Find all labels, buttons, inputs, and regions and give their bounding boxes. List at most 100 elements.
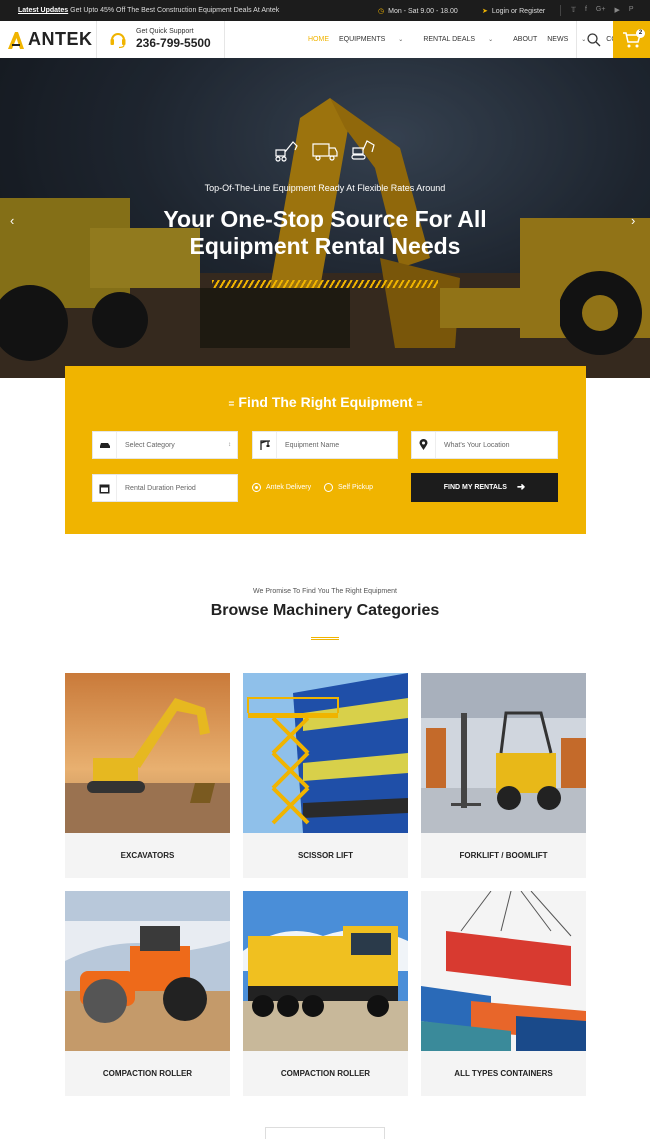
forklift-image [421,673,586,833]
category-card-containers[interactable]: ALL TYPES CONTAINERS [421,891,586,1096]
latest-updates-text: Get Upto 45% Off The Best Construction E… [70,7,280,14]
next-slide-icon[interactable]: › [631,213,635,228]
calendar-icon [93,475,117,501]
compaction-roller-image [65,891,230,1051]
support-phone[interactable]: 236-799-5500 [136,36,211,50]
login-link[interactable]: ➤ Login or Register [482,7,545,15]
nav-rental-deals-label: RENTAL DEALS [423,36,476,43]
option-self-pickup[interactable]: Self Pickup [324,483,373,492]
chevron-down-icon: ⌄ [398,37,404,43]
login-text[interactable]: Login or Register [492,8,545,15]
nav-about[interactable]: ABOUT [513,36,537,43]
bottom-tab-decoration [265,1127,385,1139]
hero-title-line1: Your One-Stop Source For All [163,206,487,232]
google-plus-icon[interactable]: G+ [596,6,606,14]
category-card-compaction-roller-2[interactable]: COMPACTION ROLLER [243,891,408,1096]
headset-icon [110,33,126,49]
quick-support[interactable]: Get Quick Support 236-799-5500 [108,28,211,50]
title-dash-decoration: = [228,399,235,410]
cart-count-badge: 2 [636,29,645,38]
category-name[interactable]: COMPACTION ROLLER [243,1051,408,1096]
truck-icon [312,143,338,161]
pinterest-icon[interactable]: P [629,6,634,14]
top-bar: Latest Updates Get Upto 45% Off The Best… [0,0,650,21]
nav-equipments-label: EQUIPMENTS [339,36,386,43]
opening-hours: ◷ Mon - Sat 9.00 - 18.00 [378,7,458,15]
radio-unselected-icon [324,483,333,492]
support-label: Get Quick Support [136,28,194,35]
category-name[interactable]: COMPACTION ROLLER [65,1051,230,1096]
location-pin-icon [412,432,436,458]
search-icon[interactable] [586,32,602,48]
clock-icon: ◷ [378,8,385,15]
title-dash-decoration: = [416,399,423,410]
car-icon [93,432,117,458]
scissor-lift-image [243,673,408,833]
category-card-excavators[interactable]: EXCAVATORS [65,673,230,878]
excavator-image [65,673,230,833]
cart-button[interactable]: 2 [613,21,650,58]
categories-subtitle: We Promise To Find You The Right Equipme… [253,588,397,595]
option-antek-delivery[interactable]: Antek Delivery [252,483,311,492]
antek-delivery-label: Antek Delivery [266,484,312,491]
hero-stripe-decoration [212,280,438,288]
latest-updates: Latest Updates Get Upto 45% Off The Best… [18,7,279,14]
select-caret-icon: ↕ [228,442,231,448]
logo-text: ANTEK [28,29,93,49]
hero-banner: Top-Of-The-Line Equipment Ready At Flexi… [0,58,650,378]
category-card-compaction-roller[interactable]: COMPACTION ROLLER [65,891,230,1096]
radio-selected-icon [252,483,261,492]
equipment-name-field[interactable]: Equipment Name [252,431,398,459]
category-name[interactable]: EXCAVATORS [65,833,230,878]
location-field[interactable]: What's Your Location [411,431,558,459]
prev-slide-icon[interactable]: ‹ [10,213,14,228]
nav-home[interactable]: HOME [308,36,329,43]
equipment-name-placeholder: Equipment Name [285,441,340,449]
find-title-text: Find The Right Equipment [238,394,413,410]
categories-title: Browse Machinery Categories [210,602,440,619]
rental-duration-placeholder: Rental Duration Period [125,484,196,492]
arrow-right-icon: ➜ [516,482,526,493]
logo[interactable]: ANTEK [6,29,93,50]
login-icon: ➤ [482,8,488,15]
rental-duration-field[interactable]: Rental Duration Period [92,474,238,502]
logo-icon [8,31,24,49]
category-card-forklift[interactable]: FORKLIFT / BOOMLIFT [421,673,586,878]
topbar-divider [560,5,561,16]
nav-news-label: NEWS [547,36,569,43]
site-header: ANTEK Get Quick Support 236-799-5500 HOM… [0,21,650,58]
containers-image [421,891,586,1051]
find-my-rentals-button[interactable]: FIND MY RENTALS ➜ [411,473,558,502]
twitter-icon[interactable]: 𝕋 [571,6,576,14]
facebook-icon[interactable]: f [585,6,587,14]
nav-equipments[interactable]: EQUIPMENTS ⌄ [339,36,413,43]
find-button-label: FIND MY RENTALS [443,484,507,491]
header-divider [576,21,577,58]
category-name[interactable]: ALL TYPES CONTAINERS [421,1051,586,1096]
hero-title: Your One-Stop Source For All Equipment R… [0,206,650,260]
crane-icon [253,432,277,458]
category-card-scissor-lift[interactable]: SCISSOR LIFT [243,673,408,878]
header-divider [96,21,97,58]
hero-subtitle: Top-Of-The-Line Equipment Ready At Flexi… [204,183,446,193]
location-placeholder: What's Your Location [444,441,510,449]
digger-icon [351,140,375,160]
category-select-value: Select Category [125,441,175,449]
hours-text: Mon - Sat 9.00 - 18.00 [388,8,458,15]
header-divider [224,21,225,58]
excavator-icon [275,141,298,162]
youtube-icon[interactable]: ▶ [614,6,619,14]
category-name[interactable]: FORKLIFT / BOOMLIFT [421,833,586,878]
nav-rental-deals[interactable]: RENTAL DEALS ⌄ [423,36,503,43]
title-underline-decoration [311,637,339,640]
social-links: 𝕋 f G+ ▶ P [571,6,634,14]
hero-title-line2: Equipment Rental Needs [189,233,461,259]
category-name[interactable]: SCISSOR LIFT [243,833,408,878]
dump-truck-image [243,891,408,1051]
latest-updates-label[interactable]: Latest Updates [18,7,68,14]
self-pickup-label: Self Pickup [338,484,374,491]
hero-equipment-icons [273,138,377,162]
find-title: = Find The Right Equipment = [65,394,586,410]
category-select[interactable]: Select Category ↕ [92,431,238,459]
chevron-down-icon: ⌄ [488,37,494,43]
